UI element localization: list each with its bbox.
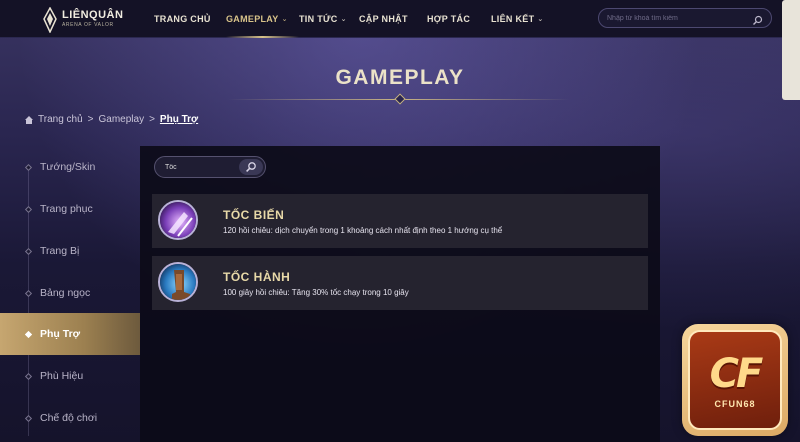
- chevron-down-icon: ⌄: [340, 16, 347, 23]
- breadcrumb-home[interactable]: Trang chủ: [38, 114, 83, 125]
- sidebar-item-label: Chế độ chơi: [40, 412, 98, 424]
- search-icon[interactable]: [752, 13, 763, 25]
- sidebar-diamond-icon: [24, 330, 33, 338]
- main-nav: TRANG CHỦ GAMEPLAY ⌄ TIN TỨC ⌄ CẬP NHẬT …: [145, 0, 561, 38]
- sidebar-item-label: Bảng ngọc: [40, 287, 91, 299]
- home-icon: [24, 115, 34, 125]
- nav-item-home[interactable]: TRANG CHỦ: [145, 0, 228, 38]
- spell-name: TỐC BIẾN: [223, 208, 285, 222]
- sidebar-diamond-icon: [24, 205, 33, 213]
- page-title: GAMEPLAY: [335, 66, 465, 89]
- brand-subtitle: ARENA OF VALOR: [62, 22, 114, 28]
- nav-item-label: TIN TỨC: [299, 14, 338, 24]
- sidebar-item-label: Phù Hiệu: [40, 370, 84, 382]
- breadcrumb: Trang chủ > Gameplay > Phụ Trợ: [24, 114, 198, 125]
- sidebar-item-items[interactable]: Trang Bị: [0, 230, 140, 272]
- sidebar-item-label: Trang Bị: [40, 245, 80, 257]
- spell-search-button[interactable]: [239, 159, 263, 175]
- search-icon: [246, 162, 256, 172]
- flicker-skill-icon: [158, 200, 198, 240]
- nav-item-news[interactable]: TIN TỨC ⌄: [299, 0, 359, 38]
- breadcrumb-separator: >: [149, 114, 155, 125]
- chevron-down-icon: ⌄: [281, 16, 288, 23]
- nav-item-label: GAMEPLAY: [226, 14, 279, 24]
- sidebar-item-support-spells[interactable]: Phụ Trợ: [0, 313, 140, 355]
- sidebar-item-label: Phụ Trợ: [40, 328, 81, 340]
- sidebar-item-label: Trang phục: [40, 203, 93, 215]
- result-card-flicker[interactable]: TỐC BIẾN 120 hồi chiêu: dịch chuyển tron…: [152, 194, 648, 248]
- site-search: [598, 8, 772, 28]
- sidebar-diamond-icon: [24, 163, 33, 171]
- nav-item-updates[interactable]: CẬP NHẬT: [359, 0, 427, 38]
- nav-item-label: HỢP TÁC: [427, 14, 471, 24]
- watermark-name: CFUN68: [714, 399, 756, 409]
- spell-name: TỐC HÀNH: [223, 270, 291, 284]
- brand-title: LIÊNQUÂN: [62, 9, 124, 21]
- sidebar-item-costumes[interactable]: Trang phục: [0, 188, 140, 230]
- top-navigation-bar: LIÊNQUÂN ARENA OF VALOR TRANG CHỦ GAMEPL…: [0, 0, 800, 38]
- gameplay-sidebar: Tướng/Skin Trang phục Trang Bị Bảng ngọc…: [0, 146, 140, 442]
- spell-description: 120 hồi chiêu: dịch chuyển trong 1 khoản…: [223, 226, 503, 235]
- nav-item-label: TRANG CHỦ: [154, 14, 211, 24]
- sidebar-diamond-icon: [24, 414, 33, 422]
- chevron-down-icon: ⌄: [537, 16, 544, 23]
- sidebar-item-talismans[interactable]: Phù Hiệu: [0, 355, 140, 397]
- sprint-skill-icon: [158, 262, 198, 302]
- sidebar-item-label: Tướng/Skin: [40, 161, 96, 173]
- site-search-input[interactable]: [607, 14, 747, 22]
- breadcrumb-separator: >: [87, 114, 94, 125]
- nav-item-label: LIÊN KẾT: [491, 14, 535, 24]
- watermark-logo: CF: [709, 351, 764, 397]
- breadcrumb-gameplay[interactable]: Gameplay: [99, 114, 145, 125]
- spell-search: [154, 156, 266, 178]
- nav-item-links[interactable]: LIÊN KẾT ⌄: [491, 0, 561, 38]
- breadcrumb-current[interactable]: Phụ Trợ: [160, 114, 198, 125]
- spell-description: 100 giây hồi chiêu: Tăng 30% tốc chạy tr…: [223, 288, 409, 297]
- sidebar-item-heroes-skins[interactable]: Tướng/Skin: [0, 146, 140, 188]
- nav-item-gameplay[interactable]: GAMEPLAY ⌄: [226, 0, 299, 38]
- results-panel: TỐC BIẾN 120 hồi chiêu: dịch chuyển tron…: [140, 146, 660, 442]
- brand-emblem-icon: [42, 6, 58, 34]
- nav-item-partners[interactable]: HỢP TÁC: [427, 0, 491, 38]
- sidebar-diamond-icon: [24, 247, 33, 255]
- watermark-badge: CF CFUN68: [682, 324, 788, 436]
- sidebar-item-game-modes[interactable]: Chế độ chơi: [0, 397, 140, 439]
- sidebar-item-arcana[interactable]: Bảng ngọc: [0, 272, 140, 314]
- sidebar-diamond-icon: [24, 372, 33, 380]
- spell-search-input[interactable]: [165, 163, 225, 171]
- sidebar-diamond-icon: [24, 289, 33, 297]
- brand-logo[interactable]: LIÊNQUÂN ARENA OF VALOR: [42, 4, 132, 34]
- nav-item-label: CẬP NHẬT: [359, 14, 408, 24]
- result-card-sprint[interactable]: TỐC HÀNH 100 giây hồi chiêu: Tăng 30% tố…: [152, 256, 648, 310]
